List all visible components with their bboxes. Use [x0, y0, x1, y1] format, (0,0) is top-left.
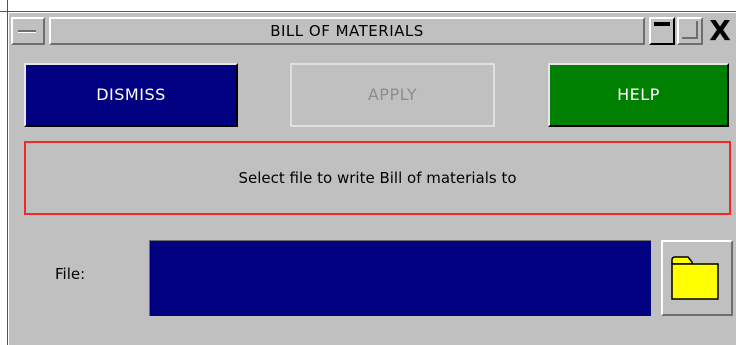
status-message: Select file to write Bill of materials t… [24, 141, 731, 215]
close-button[interactable]: X [705, 17, 735, 45]
minimize-icon [654, 22, 670, 26]
file-path-input[interactable] [149, 240, 651, 316]
window-title: BILL OF MATERIALS [49, 17, 645, 45]
bill-of-materials-dialog: BILL OF MATERIALS X DISMISS APPLY HELP S… [8, 12, 736, 345]
help-button-label: HELP [617, 85, 660, 104]
status-message-text: Select file to write Bill of materials t… [238, 169, 517, 187]
maximize-icon [682, 21, 698, 39]
help-button[interactable]: HELP [548, 63, 729, 127]
close-icon: X [709, 14, 731, 47]
browse-folder-button[interactable] [661, 240, 733, 316]
title-bar: BILL OF MATERIALS X [9, 13, 736, 48]
file-label: File: [55, 265, 86, 283]
dismiss-button-label: DISMISS [96, 85, 166, 104]
apply-button[interactable]: APPLY [290, 63, 495, 127]
system-menu-icon[interactable] [11, 17, 45, 45]
apply-button-label: APPLY [367, 85, 418, 104]
minimize-button[interactable] [649, 17, 675, 45]
maximize-button[interactable] [677, 17, 703, 45]
folder-icon [671, 256, 719, 300]
dismiss-button[interactable]: DISMISS [24, 63, 238, 127]
system-menu-bar [18, 30, 36, 33]
